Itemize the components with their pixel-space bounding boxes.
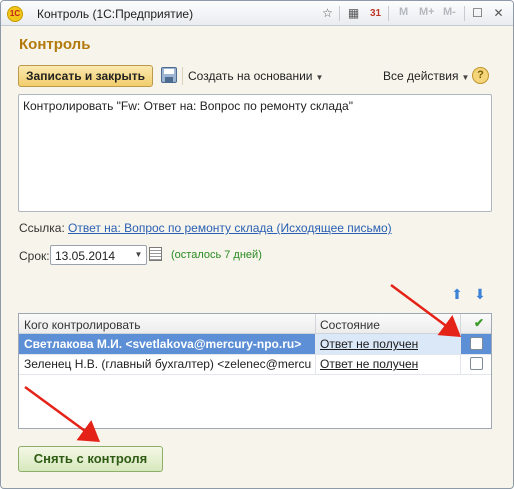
annotation-overlay [24,283,462,442]
form-window: 1С Контроль (1С:Предприятие) ☆ ▦ 31 M M+… [0,0,514,489]
annotation-arrow-button [24,385,101,442]
annotation-arrow-checkbox [390,283,462,337]
